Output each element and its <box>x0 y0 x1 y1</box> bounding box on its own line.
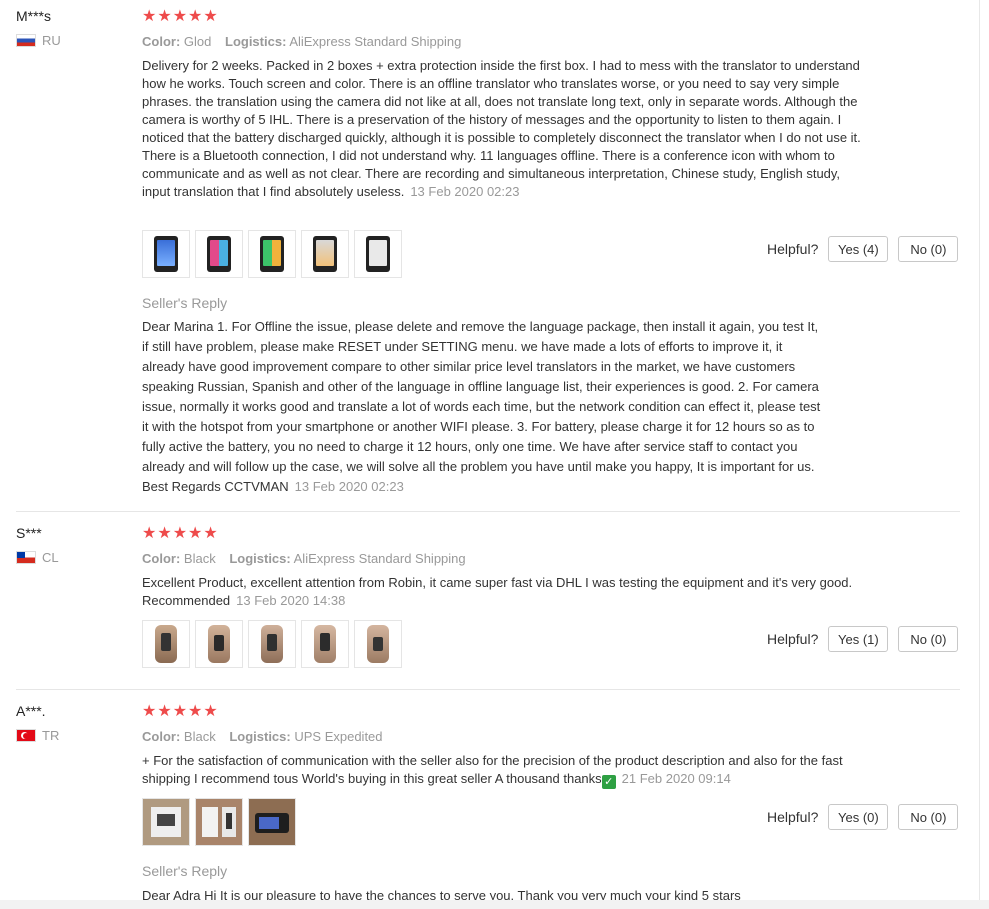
reviewer-name: A***. <box>16 703 46 719</box>
helpful-yes-button[interactable]: Yes (0) <box>828 804 889 830</box>
color-label: Color: <box>142 34 181 49</box>
color-value: Black <box>183 729 216 744</box>
reviewer-name: S*** <box>16 525 42 541</box>
review-photo-thumbnail[interactable] <box>195 798 243 846</box>
helpful-label: Helpful? <box>767 809 819 825</box>
review-photo-thumbnail[interactable] <box>248 798 296 846</box>
review-photo-thumbnail[interactable] <box>142 798 190 846</box>
review-body: ★★★★★ Color: Black Logistics: UPS Expedi… <box>142 703 862 789</box>
color-label: Color: <box>142 729 181 744</box>
review-photo-thumbnail[interactable] <box>195 620 243 668</box>
seller-reply-text: Dear Marina 1. For Offline the issue, pl… <box>142 317 822 497</box>
review-photo-thumbnail[interactable] <box>354 620 402 668</box>
reviewer-country: RU <box>16 33 61 48</box>
helpful-voting: Helpful? Yes (0) No (0) <box>767 804 959 830</box>
logistics-label: Logistics: <box>225 34 287 49</box>
review-item: S*** CL ★★★★★ Color: Black Logistics: Al… <box>0 525 975 675</box>
logistics-value: AliExpress Standard Shipping <box>289 34 462 49</box>
russia-flag-icon <box>16 34 36 47</box>
review-item: M***s RU ★★★★★ Color: Glod Logistics: Al… <box>0 8 975 498</box>
helpful-no-button[interactable]: No (0) <box>898 804 959 830</box>
review-text: Delivery for 2 weeks. Packed in 2 boxes … <box>142 57 862 201</box>
logistics-label: Logistics: <box>229 729 291 744</box>
helpful-no-button[interactable]: No (0) <box>898 626 959 652</box>
helpful-label: Helpful? <box>767 631 819 647</box>
helpful-voting: Helpful? Yes (1) No (0) <box>767 626 959 652</box>
horizontal-scrollbar[interactable] <box>0 900 989 909</box>
review-attributes: Color: Black Logistics: AliExpress Stand… <box>142 550 862 568</box>
review-photo-thumbnail[interactable] <box>301 230 349 278</box>
page-right-divider <box>979 0 980 909</box>
seller-reply-title: Seller's Reply <box>142 863 228 879</box>
review-divider <box>16 511 960 512</box>
review-text: Excellent Product, excellent attention f… <box>142 574 862 610</box>
chile-flag-icon <box>16 551 36 564</box>
review-photo-thumbnail[interactable] <box>195 230 243 278</box>
rating-stars: ★★★★★ <box>142 525 219 542</box>
reviewer-country: TR <box>16 728 59 743</box>
review-photos <box>142 620 402 668</box>
review-date: 13 Feb 2020 02:23 <box>410 184 520 199</box>
review-text-content: Delivery for 2 weeks. Packed in 2 boxes … <box>142 58 861 199</box>
color-value: Black <box>183 551 216 566</box>
review-item: A***. TR ★★★★★ Color: Black Logistics: U… <box>0 703 975 903</box>
country-code: RU <box>42 33 61 48</box>
review-photo-thumbnail[interactable] <box>301 620 349 668</box>
review-photos <box>142 230 402 278</box>
country-code: CL <box>42 550 59 565</box>
review-photo-thumbnail[interactable] <box>142 230 190 278</box>
seller-reply-content: Dear Marina 1. For Offline the issue, pl… <box>142 319 821 494</box>
logistics-value: AliExpress Standard Shipping <box>293 551 466 566</box>
color-value: Glod <box>183 34 212 49</box>
helpful-no-button[interactable]: No (0) <box>898 236 959 262</box>
reviewer-name: M***s <box>16 8 52 24</box>
rating-stars: ★★★★★ <box>142 8 219 25</box>
rating-stars: ★★★★★ <box>142 703 219 720</box>
review-photo-thumbnail[interactable] <box>354 230 402 278</box>
reviewer-country: CL <box>16 550 59 565</box>
seller-reply-title: Seller's Reply <box>142 295 228 311</box>
turkey-flag-icon <box>16 729 36 742</box>
country-code: TR <box>42 728 60 743</box>
review-photo-thumbnail[interactable] <box>248 230 296 278</box>
review-photo-thumbnail[interactable] <box>142 620 190 668</box>
helpful-yes-button[interactable]: Yes (4) <box>828 236 889 262</box>
review-divider <box>16 689 960 690</box>
review-attributes: Color: Black Logistics: UPS Expedited <box>142 728 862 746</box>
review-text: + For the satisfaction of communication … <box>142 752 862 789</box>
review-attributes: Color: Glod Logistics: AliExpress Standa… <box>142 33 862 51</box>
review-date: 21 Feb 2020 09:14 <box>621 771 731 786</box>
check-mark-icon: ✓ <box>601 775 616 789</box>
color-label: Color: <box>142 551 181 566</box>
helpful-label: Helpful? <box>767 241 819 257</box>
review-text-content: + For the satisfaction of communication … <box>142 753 843 786</box>
review-body: ★★★★★ Color: Black Logistics: AliExpress… <box>142 525 862 610</box>
review-date: 13 Feb 2020 14:38 <box>236 593 346 608</box>
review-photo-thumbnail[interactable] <box>248 620 296 668</box>
seller-reply-date: 13 Feb 2020 02:23 <box>294 479 404 494</box>
logistics-label: Logistics: <box>229 551 291 566</box>
helpful-yes-button[interactable]: Yes (1) <box>828 626 889 652</box>
review-photos <box>142 798 296 846</box>
review-body: ★★★★★ Color: Glod Logistics: AliExpress … <box>142 8 862 201</box>
logistics-value: UPS Expedited <box>294 729 383 744</box>
helpful-voting: Helpful? Yes (4) No (0) <box>767 236 959 262</box>
